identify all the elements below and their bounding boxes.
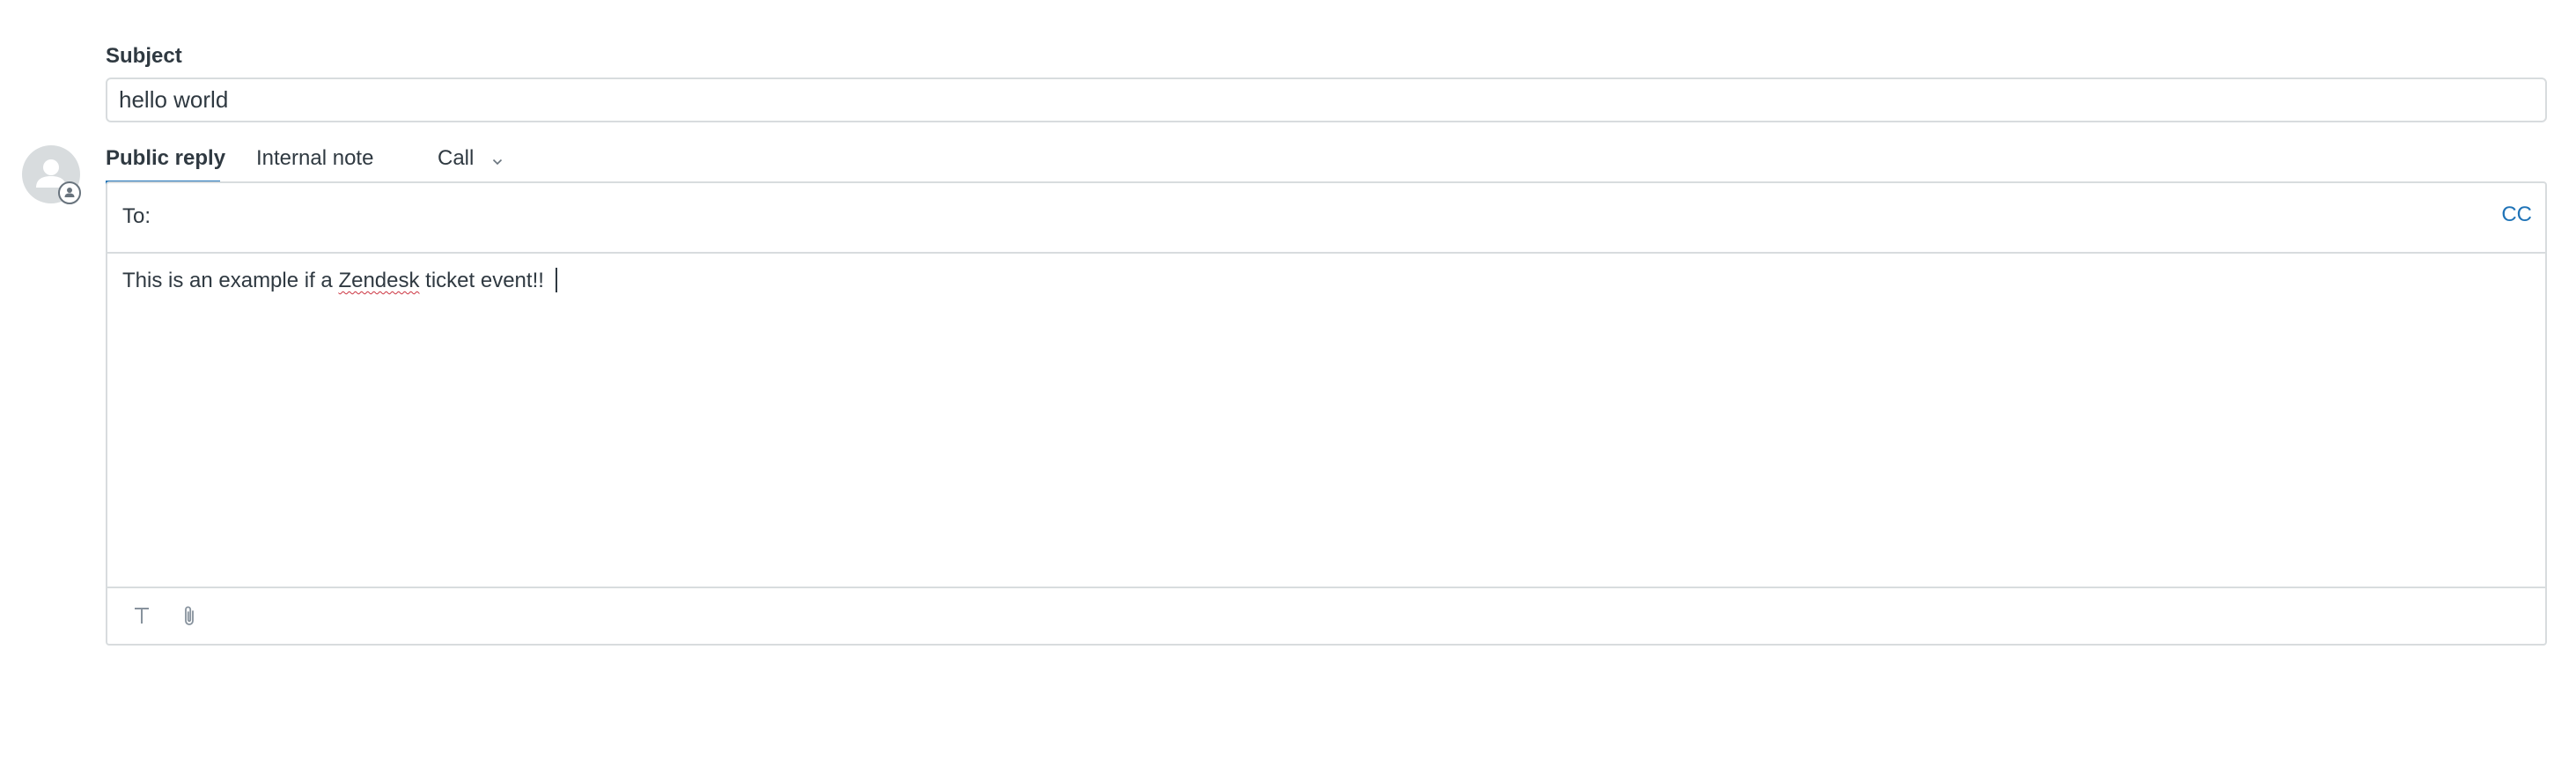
paperclip-icon[interactable] — [178, 604, 201, 633]
tab-call-label: Call — [438, 146, 475, 170]
tab-public-reply[interactable]: Public reply — [106, 141, 225, 185]
composer-toolbar — [107, 587, 2545, 644]
subject-input[interactable] — [106, 78, 2547, 122]
tab-internal-note[interactable]: Internal note — [256, 141, 373, 181]
misspelled-word: Zendesk — [338, 269, 420, 292]
tab-call[interactable]: Call — [438, 141, 503, 181]
text-format-icon[interactable] — [130, 604, 153, 631]
to-label: To: — [122, 204, 151, 228]
message-editor[interactable]: This is an example if a Zendesk ticket e… — [122, 268, 557, 293]
agent-badge-icon — [58, 181, 81, 204]
message-text: This is an example if a — [122, 269, 339, 292]
cc-button[interactable]: CC — [2501, 203, 2532, 227]
text-caret — [555, 268, 557, 292]
chevron-down-icon — [492, 142, 503, 177]
recipient-row[interactable]: To: CC — [107, 183, 2545, 254]
reply-composer: To: CC This is an example if a Zendesk t… — [106, 181, 2547, 646]
subject-label: Subject — [106, 44, 182, 68]
message-text-end: ticket event!! — [419, 269, 550, 292]
